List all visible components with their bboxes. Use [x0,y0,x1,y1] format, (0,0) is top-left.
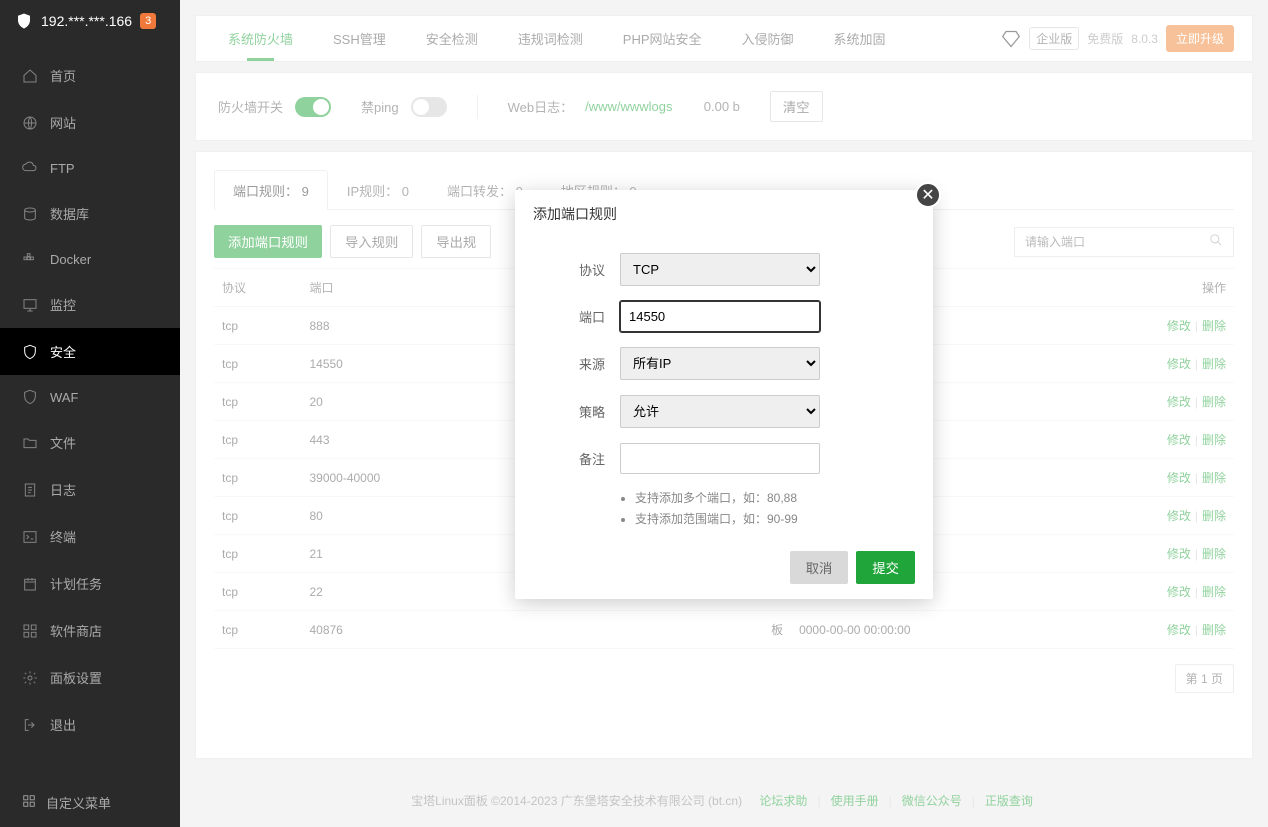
monitor-icon [22,297,38,313]
nav-label: FTP [50,161,75,176]
nav-label: 安全 [50,342,76,361]
source-select[interactable]: 所有IP [620,347,820,380]
nav-cloud[interactable]: FTP [0,146,180,190]
shield-icon [22,344,38,360]
nav-log[interactable]: 日志 [0,466,180,513]
waf-icon [22,389,38,405]
port-label: 端口 [555,307,605,326]
logout-icon [22,717,38,733]
nav-settings[interactable]: 面板设置 [0,654,180,701]
nav: 首页网站 FTP 数据库 Docker 监控安全 WAF 文件日志终端计划任务软件商店面板设… [0,42,180,778]
nav-label: 数据库 [50,204,89,223]
nav-label: WAF [50,390,78,405]
nav-calendar[interactable]: 计划任务 [0,560,180,607]
notification-badge[interactable]: 3 [140,13,156,29]
policy-select[interactable]: 允许 [620,395,820,428]
folder-icon [22,435,38,451]
hints: 支持添加多个端口，如：80,88支持添加范围端口，如：90-99 [555,489,893,527]
nav-docker[interactable]: Docker [0,237,180,281]
nav-home[interactable]: 首页 [0,52,180,99]
nav-logout[interactable]: 退出 [0,701,180,748]
apps-icon [22,623,38,639]
nav-monitor[interactable]: 监控 [0,281,180,328]
shield-icon [15,12,33,30]
nav-label: 监控 [50,295,76,314]
nav-label: 日志 [50,480,76,499]
globe-icon [22,115,38,131]
calendar-icon [22,576,38,592]
cloud-icon [22,160,38,176]
modal-title: 添加端口规则 [515,190,933,238]
nav-globe[interactable]: 网站 [0,99,180,146]
server-ip: 192.***.***.166 [41,13,132,29]
nav-label: 面板设置 [50,668,102,687]
port-input[interactable] [620,301,820,332]
custom-menu[interactable]: 自定义菜单 [0,778,180,827]
note-label: 备注 [555,449,605,468]
nav-database[interactable]: 数据库 [0,190,180,237]
settings-icon [22,670,38,686]
cancel-button[interactable]: 取消 [790,551,849,584]
nav-label: 软件商店 [50,621,102,640]
log-icon [22,482,38,498]
nav-label: 文件 [50,433,76,452]
grid-icon [22,794,36,811]
docker-icon [22,251,38,267]
note-input[interactable] [620,443,820,474]
nav-label: 终端 [50,527,76,546]
terminal-icon [22,529,38,545]
nav-label: Docker [50,252,91,267]
sidebar-header: 192.***.***.166 3 [0,0,180,42]
modal-overlay: ✕ 添加端口规则 协议 TCP 端口 来源 所有IP [180,0,1268,827]
nav-label: 退出 [50,715,76,734]
nav-shield[interactable]: 安全 [0,328,180,375]
home-icon [22,68,38,84]
main: 系统防火墙SSH管理安全检测违规词检测PHP网站安全入侵防御系统加固企业版免费版… [180,0,1268,827]
nav-terminal[interactable]: 终端 [0,513,180,560]
submit-button[interactable]: 提交 [856,551,915,584]
database-icon [22,206,38,222]
nav-label: 计划任务 [50,574,102,593]
nav-label: 网站 [50,113,76,132]
sidebar: 192.***.***.166 3 首页网站 FTP 数据库 Docker 监控安全 WA… [0,0,180,827]
nav-apps[interactable]: 软件商店 [0,607,180,654]
nav-label: 首页 [50,66,76,85]
proto-select[interactable]: TCP [620,253,820,286]
nav-waf[interactable]: WAF [0,375,180,419]
proto-label: 协议 [555,260,605,279]
source-label: 来源 [555,354,605,373]
add-port-modal: ✕ 添加端口规则 协议 TCP 端口 来源 所有IP [515,190,933,599]
policy-label: 策略 [555,402,605,421]
nav-folder[interactable]: 文件 [0,419,180,466]
close-icon[interactable]: ✕ [915,182,941,208]
